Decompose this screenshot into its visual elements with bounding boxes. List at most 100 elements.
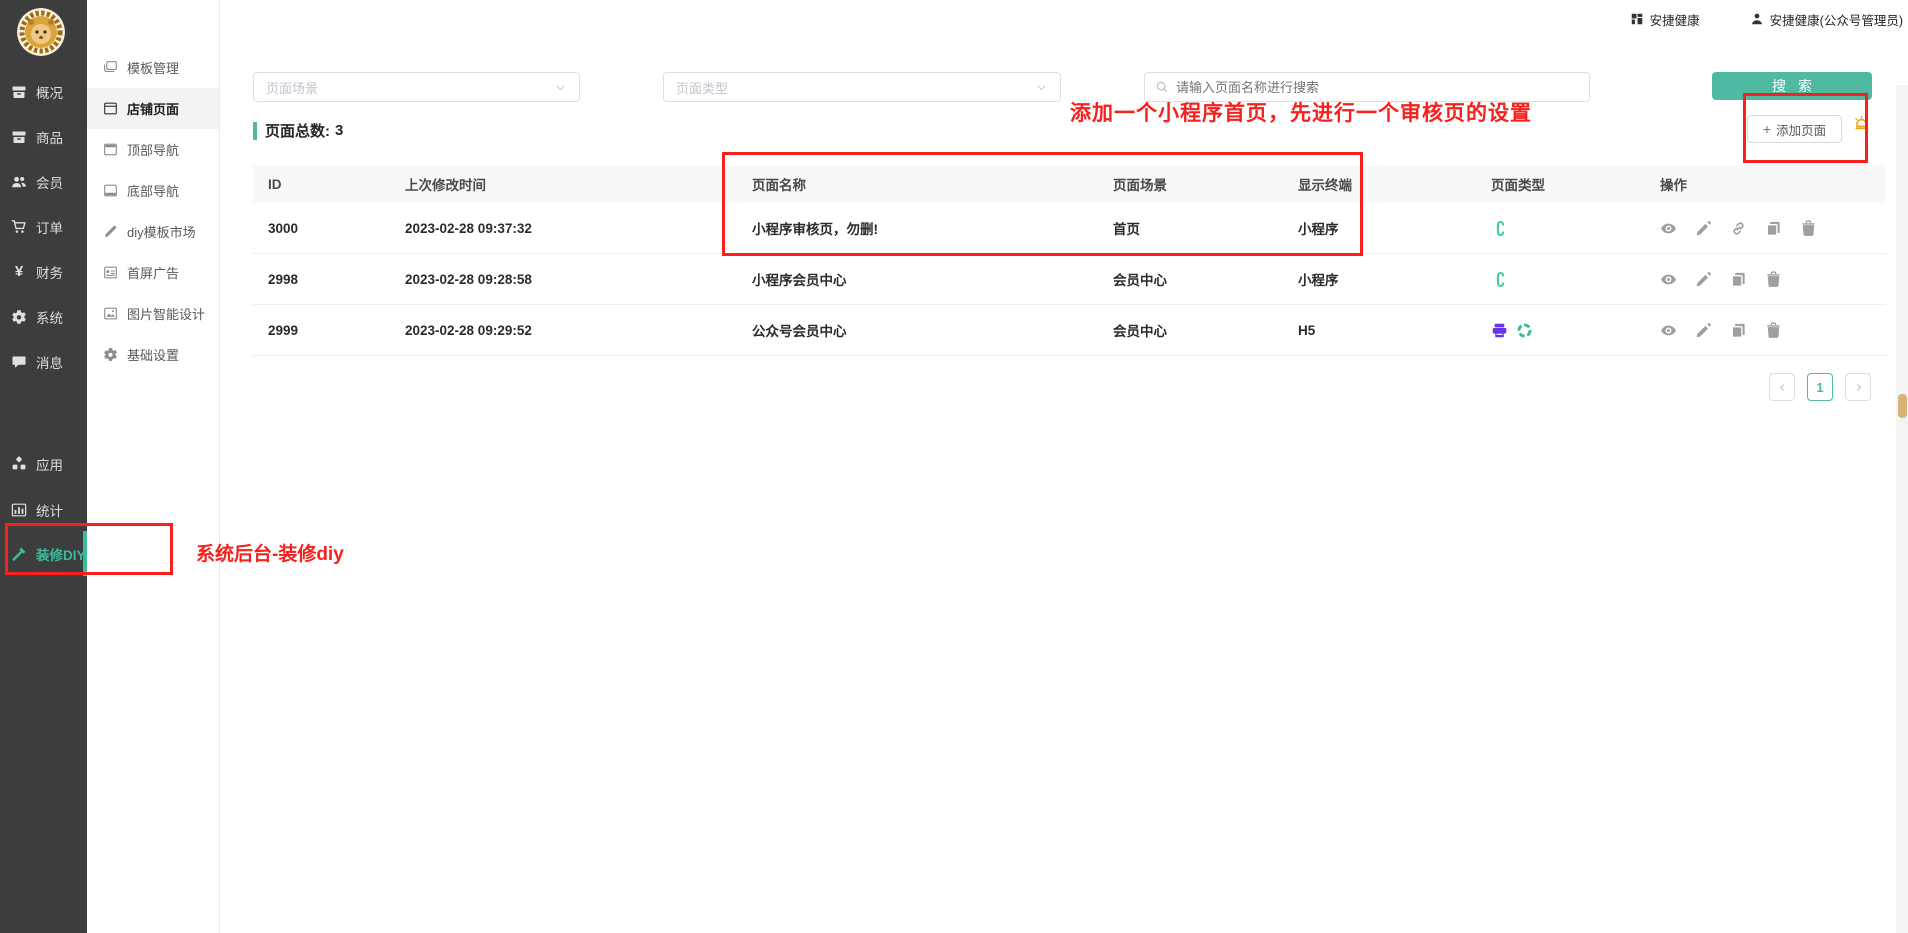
system-gear-icon bbox=[11, 309, 27, 325]
edit-pencil-icon[interactable] bbox=[1695, 271, 1712, 288]
submenu-item-basic-settings[interactable]: 基础设置 bbox=[87, 334, 219, 375]
page-total-label: 页面总数: bbox=[265, 120, 330, 141]
sidebar-item-apps[interactable]: 应用 bbox=[0, 450, 87, 478]
submenu-item-label: 顶部导航 bbox=[127, 140, 179, 159]
search-input[interactable] bbox=[1176, 80, 1579, 95]
shop-name: 安捷健康 bbox=[1650, 10, 1700, 29]
submenu-item-label: diy模板市场 bbox=[127, 222, 196, 241]
sidebar-item-finance[interactable]: ¥财务 bbox=[0, 249, 87, 294]
view-eye-icon[interactable] bbox=[1660, 271, 1677, 288]
prev-page-button[interactable] bbox=[1769, 373, 1795, 401]
edit-pencil-icon[interactable] bbox=[1695, 220, 1712, 237]
scene-placeholder: 页面场景 bbox=[266, 78, 318, 97]
sidebar-item-label: 订单 bbox=[36, 217, 63, 237]
window-top-icon bbox=[103, 142, 118, 157]
user-name: 安捷健康(公众号管理员) bbox=[1770, 10, 1903, 29]
submenu-item-label: 首屏广告 bbox=[127, 263, 179, 282]
col-header-terminal: 显示终端 bbox=[1298, 174, 1491, 194]
alarm-icon[interactable] bbox=[1852, 116, 1871, 135]
page-scene-select[interactable]: 页面场景 bbox=[253, 72, 580, 102]
link-icon[interactable] bbox=[1730, 220, 1747, 237]
sidebar-item-overview[interactable]: 概况 bbox=[0, 69, 87, 114]
submenu-item-diy-market[interactable]: diy模板市场 bbox=[87, 211, 219, 252]
cell-modified-time: 2023-02-28 09:29:52 bbox=[405, 323, 752, 338]
chevron-right-icon bbox=[1853, 382, 1864, 393]
sidebar-item-goods[interactable]: 商品 bbox=[0, 114, 87, 159]
delete-trash-icon[interactable] bbox=[1765, 322, 1782, 339]
submenu-item-template-manage[interactable]: 模板管理 bbox=[87, 47, 219, 88]
sidebar-item-label: 统计 bbox=[36, 500, 63, 520]
submenu-item-label: 基础设置 bbox=[127, 345, 179, 364]
add-page-label: 添加页面 bbox=[1776, 120, 1826, 139]
copy-icon[interactable] bbox=[1730, 271, 1747, 288]
gear-icon bbox=[103, 347, 118, 362]
col-header-id: ID bbox=[268, 177, 405, 192]
view-eye-icon[interactable] bbox=[1660, 322, 1677, 339]
cell-terminal: 小程序 bbox=[1298, 218, 1491, 238]
view-eye-icon[interactable] bbox=[1660, 220, 1677, 237]
sidebar-item-stats[interactable]: 统计 bbox=[0, 496, 87, 524]
submenu-item-image-design[interactable]: 图片智能设计 bbox=[87, 293, 219, 334]
scrollbar-thumb[interactable] bbox=[1898, 394, 1907, 418]
miniprogram-icon bbox=[1491, 220, 1508, 237]
pen-icon bbox=[103, 224, 118, 239]
members-users-icon bbox=[11, 174, 27, 190]
next-page-button[interactable] bbox=[1845, 373, 1871, 401]
cell-scene: 首页 bbox=[1113, 218, 1298, 238]
copy-icon[interactable] bbox=[1765, 220, 1782, 237]
stats-chart-icon bbox=[11, 502, 27, 518]
sidebar-item-system[interactable]: 系统 bbox=[0, 294, 87, 339]
chevron-down-icon bbox=[1035, 81, 1048, 94]
scrollbar-track[interactable] bbox=[1896, 85, 1908, 933]
sidebar-item-orders[interactable]: 订单 bbox=[0, 204, 87, 249]
chevron-left-icon bbox=[1777, 382, 1788, 393]
delete-trash-icon[interactable] bbox=[1765, 271, 1782, 288]
submenu-item-shop-pages[interactable]: 店铺页面 bbox=[87, 88, 219, 129]
miniprogram-icon bbox=[1491, 271, 1508, 288]
plus-icon: + bbox=[1763, 121, 1771, 137]
edit-pencil-icon[interactable] bbox=[1695, 322, 1712, 339]
page-number-button[interactable]: 1 bbox=[1807, 373, 1833, 401]
apps-cubes-icon bbox=[11, 456, 27, 472]
user-icon bbox=[1750, 12, 1764, 26]
sidebar-item-label: 装修DIY bbox=[36, 544, 86, 564]
page-total-value: 3 bbox=[335, 122, 343, 139]
cell-id: 2998 bbox=[268, 272, 405, 287]
sidebar-item-label: 会员 bbox=[36, 172, 63, 192]
secondary-sidebar: 模板管理 店铺页面 顶部导航 底部导航 diy模板市场 首屏广告 图片智能设计 … bbox=[87, 0, 220, 933]
submenu-item-top-nav[interactable]: 顶部导航 bbox=[87, 129, 219, 170]
delete-trash-icon[interactable] bbox=[1800, 220, 1817, 237]
submenu-item-bottom-nav[interactable]: 底部导航 bbox=[87, 170, 219, 211]
primary-nav: 概况 商品 会员 订单 ¥财务 系统 消息 bbox=[0, 69, 87, 384]
page-total: 页面总数: 3 bbox=[253, 120, 343, 141]
pages-table: ID 上次修改时间 页面名称 页面场景 显示终端 页面类型 操作 3000 20… bbox=[253, 165, 1886, 356]
submenu-item-label: 底部导航 bbox=[127, 181, 179, 200]
cell-terminal: H5 bbox=[1298, 323, 1491, 338]
grid-icon bbox=[1630, 12, 1644, 26]
diy-hammer-icon bbox=[11, 546, 27, 562]
window-icon bbox=[103, 101, 118, 116]
shop-logo-avatar[interactable] bbox=[17, 8, 65, 56]
add-page-button[interactable]: + 添加页面 bbox=[1747, 115, 1842, 143]
page-type-select[interactable]: 页面类型 bbox=[663, 72, 1061, 102]
cell-id: 2999 bbox=[268, 323, 405, 338]
sidebar-item-message[interactable]: 消息 bbox=[0, 339, 87, 384]
image-icon bbox=[103, 306, 118, 321]
topbar-user-menu[interactable]: 安捷健康(公众号管理员) bbox=[1750, 10, 1903, 29]
copy-icon[interactable] bbox=[1730, 322, 1747, 339]
cell-modified-time: 2023-02-28 09:28:58 bbox=[405, 272, 752, 287]
page-name-search bbox=[1144, 72, 1590, 102]
col-header-ops: 操作 bbox=[1660, 174, 1886, 194]
message-chat-icon bbox=[11, 354, 27, 370]
cell-scene: 会员中心 bbox=[1113, 269, 1298, 289]
submenu-item-splash-ad[interactable]: 首屏广告 bbox=[87, 252, 219, 293]
sidebar-item-members[interactable]: 会员 bbox=[0, 159, 87, 204]
search-button[interactable]: 搜索 bbox=[1712, 72, 1872, 100]
cell-id: 3000 bbox=[268, 221, 405, 236]
sidebar-item-diy[interactable]: 装修DIY bbox=[0, 531, 87, 576]
col-header-scene: 页面场景 bbox=[1113, 174, 1298, 194]
sidebar-item-label: 概况 bbox=[36, 82, 63, 102]
official-account-icon bbox=[1491, 322, 1508, 339]
topbar-shop-entry[interactable]: 安捷健康 bbox=[1630, 10, 1700, 29]
cell-modified-time: 2023-02-28 09:37:32 bbox=[405, 221, 752, 236]
